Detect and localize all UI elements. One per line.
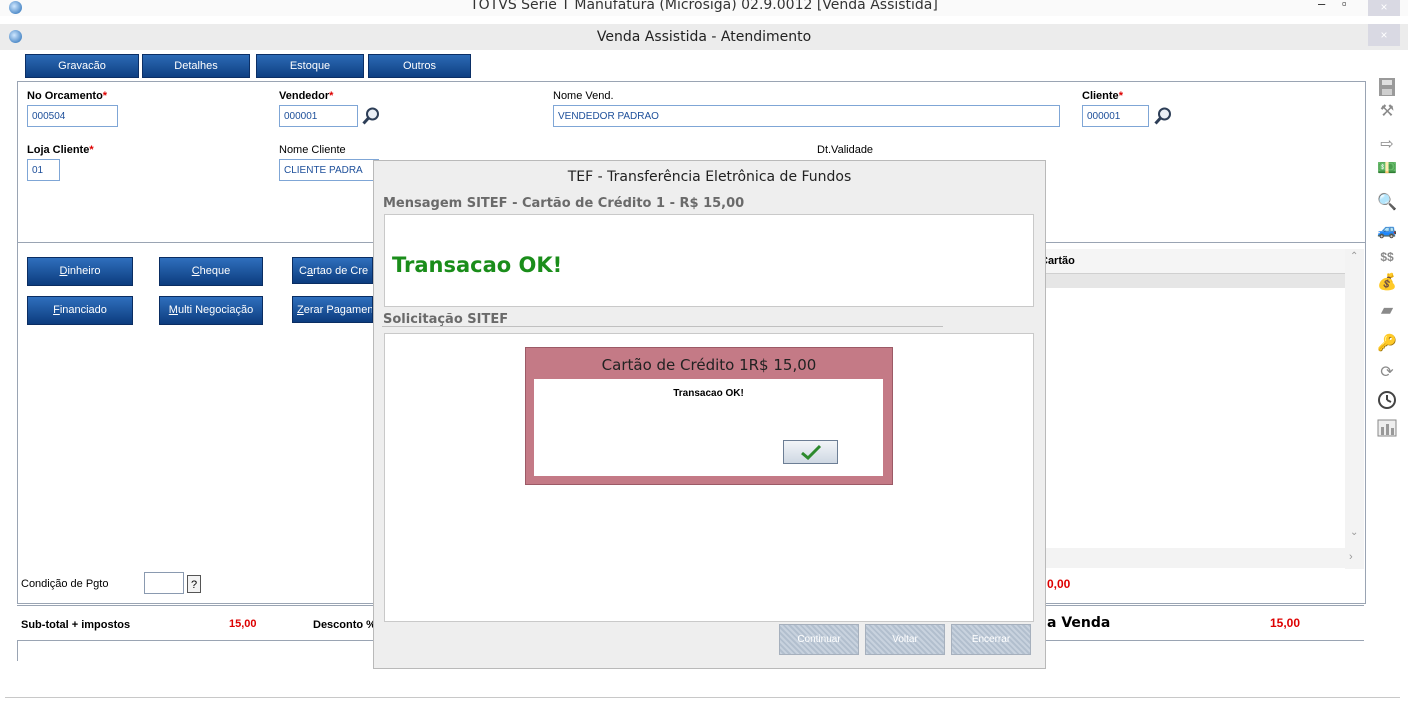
multi-negociacao-button[interactable]: Multi Negociação: [159, 296, 263, 325]
transaction-status-message: Transacao OK!: [392, 253, 563, 277]
exit-icon[interactable]: ⇨: [1376, 134, 1398, 156]
inner-title-bar: Venda Assistida - Atendimento ×: [0, 24, 1408, 50]
ok-button[interactable]: [783, 440, 838, 464]
chart-icon[interactable]: [1376, 419, 1398, 441]
financiado-button[interactable]: Financiado: [27, 296, 133, 325]
scroll-right-icon[interactable]: ›: [1349, 551, 1353, 563]
tools-icon[interactable]: ⚒: [1376, 101, 1398, 123]
nome-cliente-field[interactable]: CLIENTE PADRA: [279, 159, 379, 181]
orcamento-label: No Orcamento*: [27, 90, 108, 102]
mensagem-sitef-label: Mensagem SITEF - Cartão de Crédito 1 - R…: [383, 196, 745, 211]
grid-header: Cartão: [1040, 249, 1345, 274]
subtotal-label: Sub-total + impostos: [21, 619, 131, 631]
money-bag-icon[interactable]: 💰: [1376, 272, 1398, 294]
cliente-field[interactable]: 000001: [1082, 105, 1149, 127]
grid-row[interactable]: [1040, 274, 1345, 288]
money-icon[interactable]: 💵: [1376, 158, 1398, 180]
save-icon[interactable]: [1376, 77, 1398, 99]
currency-icon[interactable]: $$: [1376, 246, 1398, 268]
popup-title: Cartão de Crédito 1R$ 15,00: [601, 356, 817, 374]
refresh-icon[interactable]: ⟳: [1376, 362, 1398, 384]
right-value-top: 0,00: [1047, 577, 1071, 591]
solicitacao-underline: [382, 326, 943, 327]
card-confirmation-popup: Cartão de Crédito 1R$ 15,00 Transacao OK…: [525, 347, 893, 485]
loja-cliente-label: Loja Cliente*: [27, 144, 94, 156]
popup-body: Transacao OK!: [534, 379, 883, 476]
checkmark-icon: [801, 444, 822, 460]
dt-validade-label: Dt.Validade: [817, 144, 874, 156]
subtotal-value: 15,00: [229, 618, 257, 630]
tab-gravacao[interactable]: Gravacão: [25, 54, 139, 78]
tab-detalhes[interactable]: Detalhes: [142, 54, 250, 78]
zerar-pagamento-button[interactable]: Zerar Pagamen: [292, 296, 373, 323]
grid-vertical-scrollbar[interactable]: ⌃ ⌄: [1345, 249, 1364, 569]
outer-title-bar: TOTVS Série T Manufatura (Microsiga) 02.…: [0, 0, 1408, 16]
cartao-credito-button[interactable]: Cartao de Cre: [292, 257, 373, 284]
cliente-label: Cliente*: [1082, 90, 1123, 102]
tef-dialog-title: TEF - Transferência Eletrônica de Fundos: [567, 169, 852, 185]
search-doc-icon[interactable]: 🔍: [1376, 192, 1398, 214]
inner-close-button[interactable]: ×: [1368, 24, 1400, 46]
total-venda-value: 15,00: [1270, 616, 1301, 630]
popup-message: Transacao OK!: [673, 388, 744, 399]
key-icon[interactable]: 🔑: [1376, 333, 1398, 355]
scroll-up-icon[interactable]: ⌃: [1350, 251, 1358, 262]
eraser-icon[interactable]: ▰: [1376, 300, 1398, 322]
scroll-down-icon[interactable]: ⌄: [1350, 527, 1358, 538]
desconto-label: Desconto %: [313, 619, 376, 631]
outer-close-button[interactable]: ×: [1368, 0, 1400, 16]
vendedor-label: Vendedor*: [279, 90, 334, 102]
vendedor-search-icon[interactable]: [361, 106, 381, 126]
clock-icon[interactable]: [1376, 390, 1398, 412]
nome-vend-field[interactable]: VENDEDOR PADRAO: [553, 105, 1060, 127]
grid-horizontal-scrollbar[interactable]: ›: [1040, 548, 1364, 568]
cliente-search-icon[interactable]: [1153, 106, 1173, 126]
minimize-button[interactable]: –: [1318, 0, 1325, 11]
tab-outros[interactable]: Outros: [368, 54, 471, 78]
inner-window-title: Venda Assistida - Atendimento: [596, 29, 812, 45]
voltar-button[interactable]: Voltar: [865, 624, 945, 655]
nome-cliente-label: Nome Cliente: [279, 144, 346, 156]
solicitacao-sitef-label: Solicitação SITEF: [383, 312, 509, 327]
vendedor-field[interactable]: 000001: [279, 105, 358, 127]
nome-vend-label: Nome Vend.: [553, 90, 614, 102]
orcamento-field[interactable]: 000504: [27, 105, 118, 127]
status-separator: [5, 697, 1400, 698]
continuar-button[interactable]: Continuar: [779, 624, 859, 655]
mensagem-sitef-box: Transacao OK!: [384, 214, 1034, 307]
total-venda-label: a Venda: [1047, 615, 1111, 631]
tab-estoque[interactable]: Estoque: [256, 54, 364, 78]
car-icon[interactable]: 🚙: [1376, 220, 1398, 242]
cheque-button[interactable]: Cheque: [159, 257, 263, 286]
outer-window-title: TOTVS Série T Manufatura (Microsiga) 02.…: [470, 0, 938, 13]
cond-pgto-label: Condição de Pgto: [21, 578, 109, 590]
bottom-left-edge: [17, 641, 18, 661]
loja-cliente-field[interactable]: 01: [27, 159, 60, 181]
cond-pgto-field[interactable]: [144, 572, 184, 594]
cond-pgto-lookup-button[interactable]: ?: [187, 575, 201, 593]
dinheiro-button[interactable]: Dinheiro: [27, 257, 133, 286]
encerrar-button[interactable]: Encerrar: [951, 624, 1031, 655]
restore-button[interactable]: ▫: [1342, 0, 1347, 11]
